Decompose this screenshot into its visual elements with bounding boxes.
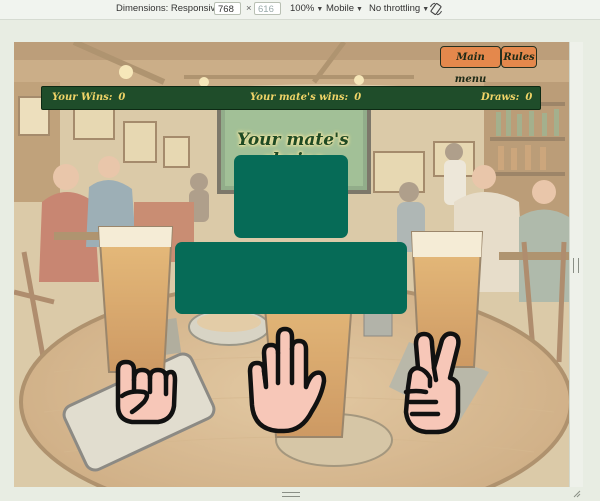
width-input[interactable]: 768 — [214, 2, 241, 15]
fist-icon[interactable] — [110, 350, 178, 426]
throttling-dropdown[interactable]: No throttling ▼ — [369, 3, 429, 14]
your-wins-value: 0 — [118, 92, 126, 103]
mate-wins: Your mate's wins: 0 — [250, 87, 361, 108]
device-label: Mobile — [326, 3, 354, 14]
draws-label: Draws: — [481, 92, 520, 103]
scoreboard: Your Wins: 0 Your mate's wins: 0 Draws: 0 — [41, 86, 541, 110]
result-display — [175, 242, 407, 314]
resize-handle-bottom[interactable] — [282, 492, 300, 497]
victory-hand-icon[interactable] — [396, 328, 466, 438]
resize-handle-right[interactable] — [573, 258, 579, 273]
dimensions-dropdown[interactable]: Dimensions: Responsive▼ — [116, 3, 229, 14]
throttling-label: No throttling — [369, 3, 421, 14]
mate-choice-display — [234, 155, 348, 238]
main-menu-button[interactable]: Main menu — [440, 46, 501, 85]
times-sign: × — [246, 3, 252, 14]
open-hand-icon[interactable] — [244, 325, 328, 437]
mate-wins-value: 0 — [354, 92, 362, 103]
rotate-icon[interactable] — [429, 2, 443, 16]
draws-value: 0 — [525, 92, 533, 103]
draws: Draws: 0 — [481, 87, 532, 108]
zoom-label: 100% — [290, 3, 315, 14]
mate-wins-label: Your mate's wins: — [250, 92, 349, 103]
chevron-down-icon: ▼ — [316, 6, 324, 13]
your-wins: Your Wins: 0 — [52, 87, 125, 108]
device-dropdown[interactable]: Mobile ▼ — [326, 3, 363, 14]
devtools-toolbar: Dimensions: Responsive▼ 768 × 616 100%▼ … — [0, 0, 600, 20]
zoom-dropdown[interactable]: 100% ▼ — [290, 3, 323, 14]
dimensions-label: Dimensions: Responsive — [116, 3, 221, 14]
chevron-down-icon: ▼ — [356, 6, 363, 13]
rules-button[interactable]: Rules — [501, 46, 537, 68]
resize-corner-icon[interactable] — [572, 489, 581, 498]
height-input[interactable]: 616 — [254, 2, 281, 15]
your-wins-label: Your Wins: — [52, 92, 113, 103]
